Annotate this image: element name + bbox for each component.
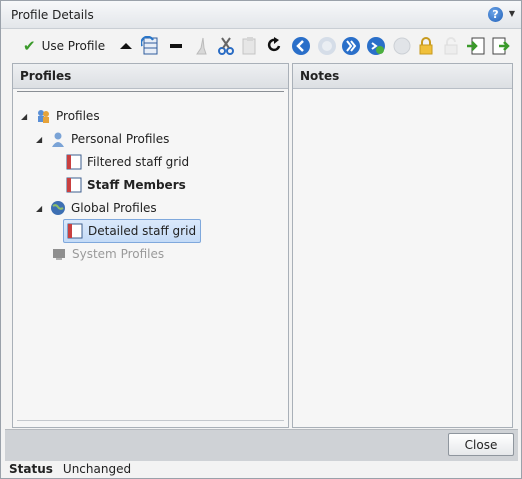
tree-node-staff-members[interactable]: Staff Members bbox=[66, 175, 186, 195]
divider bbox=[17, 420, 284, 421]
profile-details-window: Profile Details ? ▼ ✔ Use Profile Profil… bbox=[0, 0, 522, 479]
chevron-down-icon[interactable]: ▼ bbox=[509, 9, 515, 18]
globe-icon bbox=[51, 201, 65, 215]
notes-panel-header: Notes bbox=[293, 64, 512, 89]
refresh-grid-icon[interactable] bbox=[141, 36, 161, 56]
profiles-folder-icon bbox=[38, 110, 49, 123]
status-bar: Status Unchanged bbox=[9, 462, 131, 476]
forward-nav-icon[interactable] bbox=[341, 36, 361, 56]
tree-label: Profiles bbox=[56, 109, 100, 123]
remove-icon[interactable] bbox=[169, 36, 183, 56]
use-profile-button[interactable]: ✔ Use Profile bbox=[23, 36, 105, 56]
grid-profile-icon bbox=[66, 154, 82, 170]
title-bar: Profile Details ? ▼ bbox=[1, 1, 521, 29]
tree-node-profiles[interactable]: ◢ Profiles bbox=[21, 106, 100, 126]
tree-label: Staff Members bbox=[87, 178, 186, 192]
notes-panel: Notes bbox=[292, 63, 513, 428]
redo-icon[interactable] bbox=[267, 36, 283, 56]
tree-node-filtered-staff-grid[interactable]: Filtered staff grid bbox=[66, 152, 189, 172]
add-profile-icon[interactable] bbox=[366, 36, 386, 56]
cut-icon[interactable] bbox=[217, 36, 235, 56]
profiles-panel-header: Profiles bbox=[13, 64, 288, 89]
unlock-icon[interactable] bbox=[442, 36, 460, 56]
button-bar: Close bbox=[5, 429, 518, 461]
divider bbox=[17, 91, 284, 92]
status-value: Unchanged bbox=[62, 462, 132, 476]
tree-label: Personal Profiles bbox=[71, 132, 170, 146]
tree-label: Filtered staff grid bbox=[87, 155, 190, 169]
use-profile-label: Use Profile bbox=[41, 39, 106, 53]
import-icon[interactable] bbox=[466, 36, 486, 56]
tree-node-personal-profiles[interactable]: ◢ Personal Profiles bbox=[36, 129, 169, 149]
profiles-panel: Profiles ◢ Profiles ◢ Personal Profiles … bbox=[12, 63, 289, 428]
close-button[interactable]: Close bbox=[448, 433, 514, 456]
lock-icon[interactable] bbox=[417, 36, 435, 56]
expanded-arrow-icon[interactable]: ◢ bbox=[36, 204, 44, 213]
toolbar: ✔ Use Profile bbox=[1, 29, 521, 63]
user-icon bbox=[52, 132, 64, 147]
tree-node-global-profiles[interactable]: ◢ Global Profiles bbox=[36, 198, 157, 218]
window-title: Profile Details bbox=[11, 8, 94, 22]
back-nav-icon[interactable] bbox=[291, 36, 311, 56]
tree-label: Detailed staff grid bbox=[88, 224, 197, 238]
grid-profile-icon bbox=[66, 177, 82, 193]
move-up-icon[interactable] bbox=[119, 36, 133, 56]
tree-node-detailed-staff-grid[interactable]: Detailed staff grid bbox=[63, 219, 202, 243]
expanded-arrow-icon[interactable]: ◢ bbox=[21, 112, 29, 121]
tree-label: Global Profiles bbox=[71, 201, 157, 215]
checkmark-icon: ✔ bbox=[23, 37, 36, 55]
tree-label: System Profiles bbox=[72, 247, 165, 261]
help-icon[interactable]: ? bbox=[488, 7, 503, 22]
system-icon bbox=[53, 249, 65, 260]
stop-icon[interactable] bbox=[317, 36, 337, 56]
paste-icon[interactable] bbox=[241, 36, 259, 56]
grid-profile-icon bbox=[67, 223, 83, 239]
globe-icon[interactable] bbox=[392, 36, 412, 56]
expanded-arrow-icon[interactable]: ◢ bbox=[36, 135, 44, 144]
status-label: Status bbox=[9, 462, 53, 476]
tree-node-system-profiles[interactable]: System Profiles bbox=[51, 244, 164, 264]
broom-icon[interactable] bbox=[194, 36, 210, 56]
export-icon[interactable] bbox=[491, 36, 511, 56]
